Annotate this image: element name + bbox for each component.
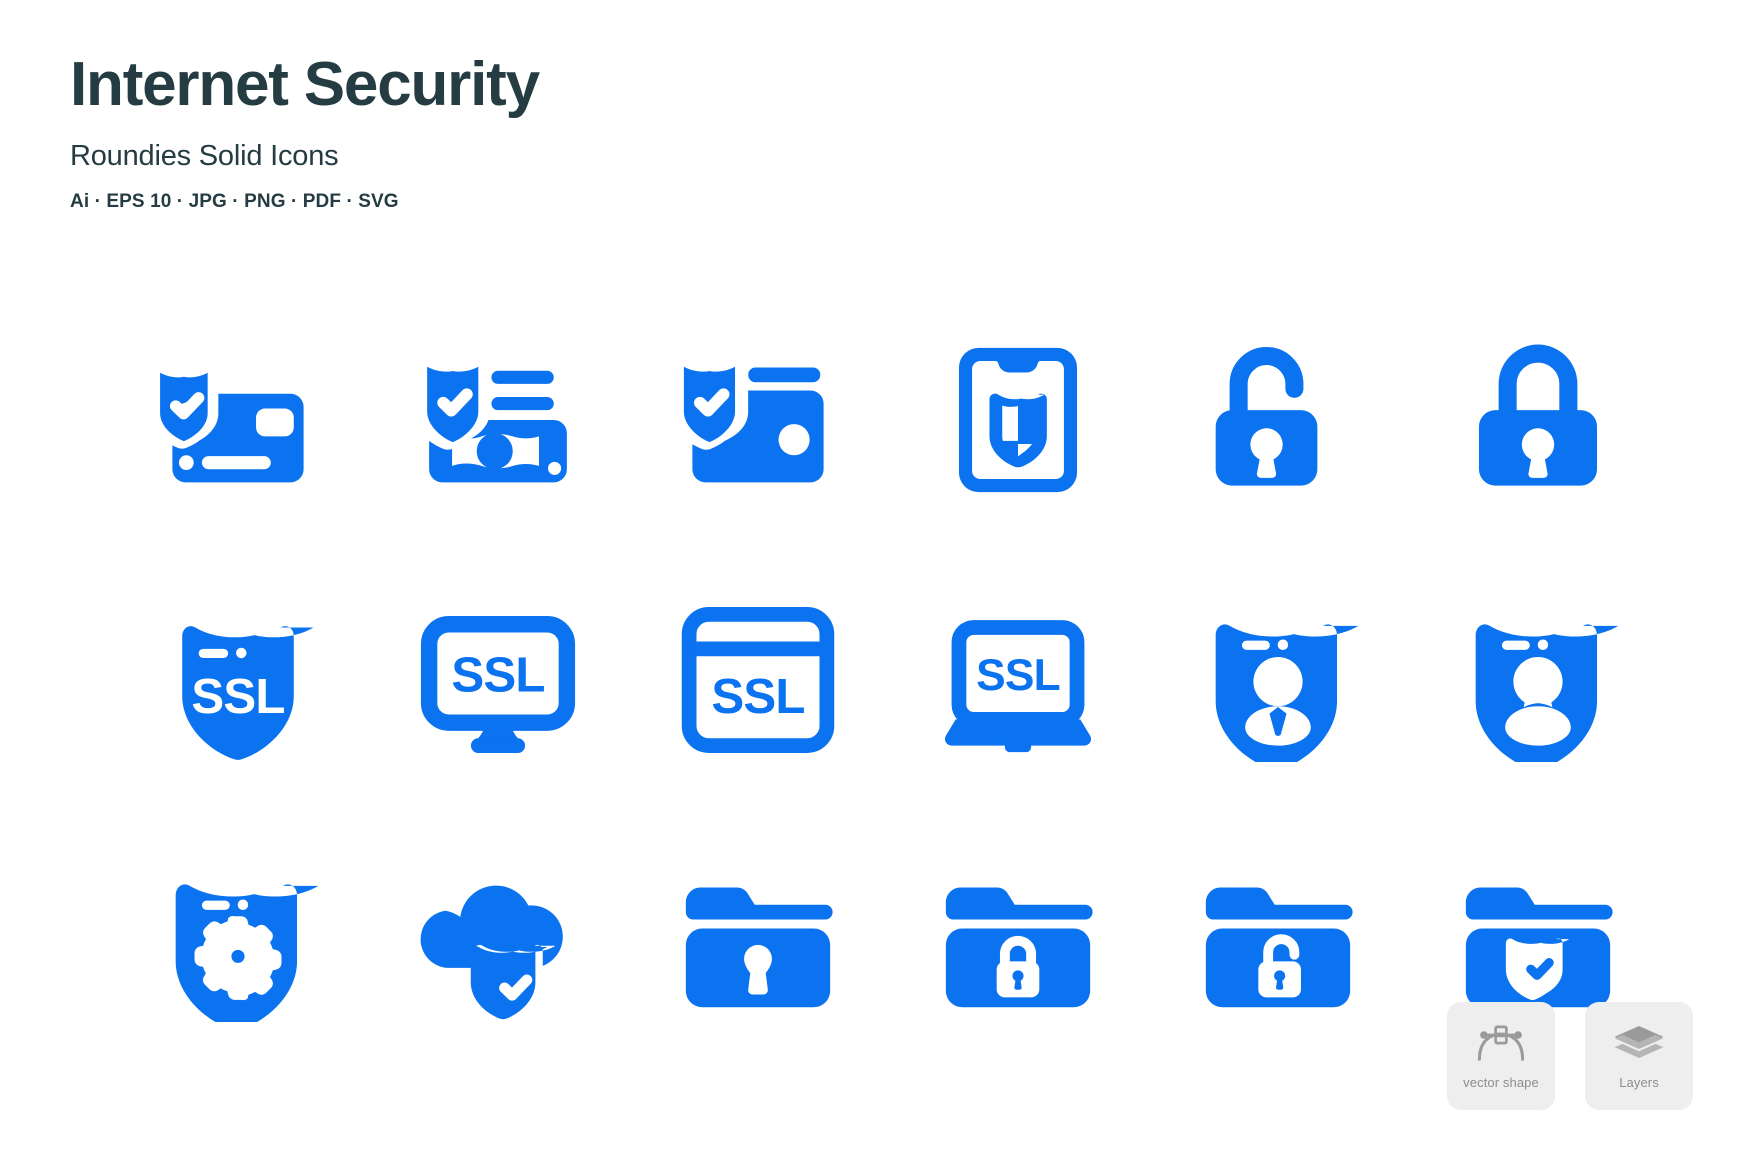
ssl-shield-text: SSL	[191, 669, 284, 724]
folder-keyhole-icon	[685, 887, 833, 1008]
header: Internet Security Roundies Solid Icons A…	[70, 52, 970, 213]
layers-badge: Layers	[1585, 1002, 1693, 1110]
icon-cell-credit-card-shield[interactable]	[108, 290, 368, 550]
icon-cell-cloud-shield-check[interactable]	[368, 810, 628, 1070]
icon-cell-money-shield[interactable]	[368, 290, 628, 550]
user-shield-male-icon	[1215, 624, 1359, 762]
icon-cell-ssl-shield[interactable]: SSL	[108, 550, 368, 810]
ssl-monitor-icon: SSL	[420, 616, 576, 753]
mobile-shield-icon	[958, 347, 1078, 493]
icon-cell-user-shield-female[interactable]	[1408, 550, 1668, 810]
ssl-laptop-icon: SSL	[944, 620, 1092, 753]
vector-shape-badge: vector shape	[1447, 1002, 1555, 1110]
folder-shield-check-icon	[1465, 887, 1613, 1008]
icon-cell-ssl-monitor[interactable]: SSL	[368, 550, 628, 810]
folder-unlock-icon	[1205, 887, 1353, 1008]
page-title: Internet Security	[70, 50, 540, 119]
user-shield-female-icon	[1475, 624, 1619, 762]
icon-cell-ssl-laptop[interactable]: SSL	[888, 550, 1148, 810]
cloud-shield-check-icon	[420, 885, 563, 1022]
ssl-shield-icon: SSL	[182, 626, 314, 760]
ssl-browser-icon: SSL	[681, 607, 835, 753]
file-formats-line: Ai · EPS 10 · JPG · PNG · PDF · SVG	[70, 190, 399, 212]
icon-cell-user-shield-male[interactable]	[1148, 550, 1408, 810]
icon-cell-folder-lock[interactable]	[888, 810, 1148, 1070]
ssl-laptop-text: SSL	[976, 651, 1060, 700]
icon-grid: SSL SSL SSL SSL	[108, 290, 1628, 1070]
icon-cell-folder-keyhole[interactable]	[628, 810, 888, 1070]
icon-cell-mobile-shield[interactable]	[888, 290, 1148, 550]
money-shield-icon	[416, 359, 567, 483]
icon-cell-lock[interactable]	[1408, 290, 1668, 550]
icon-cell-shield-settings[interactable]	[108, 810, 368, 1070]
page-subtitle: Roundies Solid Icons	[70, 139, 339, 172]
icon-cell-ssl-browser[interactable]: SSL	[628, 550, 888, 810]
icon-cell-wallet-shield[interactable]	[628, 290, 888, 550]
watermark-badges: vector shape Layers	[1447, 1002, 1693, 1110]
icon-cell-unlock[interactable]	[1148, 290, 1408, 550]
vector-shape-badge-label: vector shape	[1463, 1074, 1539, 1090]
wallet-shield-icon	[676, 359, 824, 483]
credit-card-shield-icon	[156, 366, 304, 483]
lock-icon	[1478, 344, 1598, 486]
icon-set-page: Internet Security Roundies Solid Icons A…	[0, 0, 1755, 1170]
icon-cell-folder-unlock[interactable]	[1148, 810, 1408, 1070]
unlock-icon	[1215, 347, 1318, 486]
shield-settings-icon	[175, 884, 319, 1022]
ssl-browser-text: SSL	[711, 669, 804, 724]
layers-stack-icon	[1614, 1025, 1664, 1058]
ssl-monitor-text: SSL	[451, 647, 544, 702]
bezier-pen-icon	[1477, 1025, 1525, 1061]
layers-badge-label: Layers	[1619, 1074, 1659, 1090]
folder-lock-icon	[945, 887, 1093, 1008]
